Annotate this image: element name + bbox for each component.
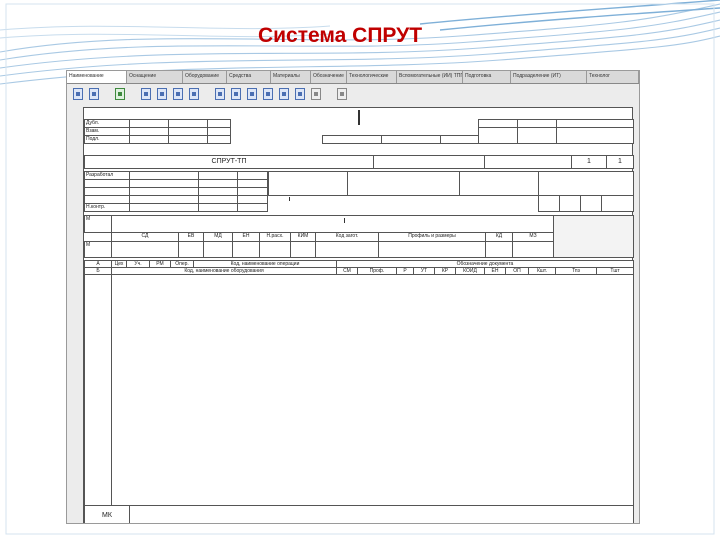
sd-field[interactable]	[111, 241, 179, 258]
tab-oborudovanie[interactable]: Оборудование	[183, 71, 227, 83]
tab-materialy[interactable]: Материалы	[271, 71, 311, 83]
podl-field[interactable]	[129, 135, 169, 144]
slide-title: Система СПРУТ	[257, 24, 423, 47]
n-rash-field[interactable]	[259, 241, 291, 258]
row-move-down-icon[interactable]	[279, 88, 289, 100]
tab-osnashchenie[interactable]: Оснащение	[127, 71, 183, 83]
route-card-sheet: Дубл. Взам. Подл. СПРУТ-ТП 1 1 Разработа…	[83, 107, 634, 523]
check-icon[interactable]	[115, 88, 125, 100]
part-number-field[interactable]	[538, 171, 634, 196]
row-copy-icon[interactable]	[247, 88, 257, 100]
podl-field-2[interactable]	[168, 135, 208, 144]
footer-mk-label: МК	[84, 505, 130, 523]
open-document-icon[interactable]	[89, 88, 99, 100]
stamp-field[interactable]	[517, 127, 557, 144]
table-icon[interactable]	[141, 88, 151, 100]
extra-field[interactable]	[601, 195, 634, 212]
n-kontr-sign-field[interactable]	[198, 203, 238, 212]
part-code-field[interactable]	[459, 171, 539, 196]
tab-tekhnologicheskie[interactable]: Технологические	[347, 71, 397, 83]
table-edit-icon[interactable]	[157, 88, 167, 100]
tab-tekhnolog[interactable]: Технолог	[587, 71, 639, 83]
kd-field[interactable]	[485, 241, 513, 258]
podl-label: Подл.	[84, 135, 130, 144]
extra-field[interactable]	[538, 195, 560, 212]
mz-field[interactable]	[512, 241, 554, 258]
m01-label: М	[84, 215, 112, 233]
extra-field[interactable]	[580, 195, 602, 212]
table-delete-icon[interactable]	[189, 88, 199, 100]
md-field[interactable]	[203, 241, 233, 258]
stamp-field[interactable]	[556, 127, 634, 144]
row-move-up-icon[interactable]	[263, 88, 273, 100]
document-code: СПРУТ-ТП	[84, 155, 374, 169]
stamp-field[interactable]	[381, 135, 441, 144]
extra-field[interactable]	[559, 195, 581, 212]
sheet-number: 1	[571, 155, 607, 169]
toolbar	[67, 84, 639, 104]
kim-field[interactable]	[290, 241, 316, 258]
profil-field[interactable]	[378, 241, 486, 258]
n-kontr-label: Н.контр.	[84, 203, 130, 212]
table-insert-icon[interactable]	[173, 88, 183, 100]
podl-field-3[interactable]	[207, 135, 231, 144]
tab-naimenovanie[interactable]: Наименование	[67, 71, 127, 83]
operations-body[interactable]	[111, 274, 634, 506]
row-add-icon[interactable]	[215, 88, 225, 100]
material-side-field[interactable]	[553, 215, 634, 258]
tab-oboznachenie[interactable]: Обозначение	[311, 71, 347, 83]
en-field[interactable]	[232, 241, 260, 258]
m02-label: М	[84, 241, 112, 258]
stamp-field[interactable]	[478, 127, 518, 144]
app-window: Наименование Оснащение Оборудование Сред…	[66, 70, 640, 524]
tab-podgotovka[interactable]: Подготовка	[463, 71, 511, 83]
tab-bar: Наименование Оснащение Оборудование Сред…	[67, 71, 639, 84]
new-document-icon[interactable]	[73, 88, 83, 100]
document-name-field[interactable]	[373, 155, 485, 169]
columns-icon[interactable]	[311, 88, 321, 100]
tick-mark	[289, 197, 290, 201]
material-field[interactable]	[111, 215, 554, 233]
organization-field[interactable]	[268, 171, 348, 196]
sheet-total: 1	[606, 155, 634, 169]
document-number-field[interactable]	[484, 155, 572, 169]
cursor-mark	[358, 110, 360, 125]
stamp-field[interactable]	[440, 135, 479, 144]
stamp-field[interactable]	[322, 135, 382, 144]
n-kontr-name-field[interactable]	[129, 203, 199, 212]
part-name-field[interactable]	[347, 171, 460, 196]
tab-podrazdelenie[interactable]: Подразделение (ИТ)	[511, 71, 587, 83]
row-index-column	[84, 274, 112, 506]
footer-field[interactable]	[129, 505, 634, 523]
ev-field[interactable]	[178, 241, 204, 258]
row-delete-icon[interactable]	[295, 88, 305, 100]
row-insert-icon[interactable]	[231, 88, 241, 100]
tab-vspomogatelnye[interactable]: Вспомогательные (ИИ) ТПП	[397, 71, 463, 83]
print-icon[interactable]	[337, 88, 347, 100]
tab-sredstva[interactable]: Средства	[227, 71, 271, 83]
tick-mark	[344, 218, 345, 223]
kod-zagot-field[interactable]	[315, 241, 379, 258]
n-kontr-date-field[interactable]	[237, 203, 268, 212]
